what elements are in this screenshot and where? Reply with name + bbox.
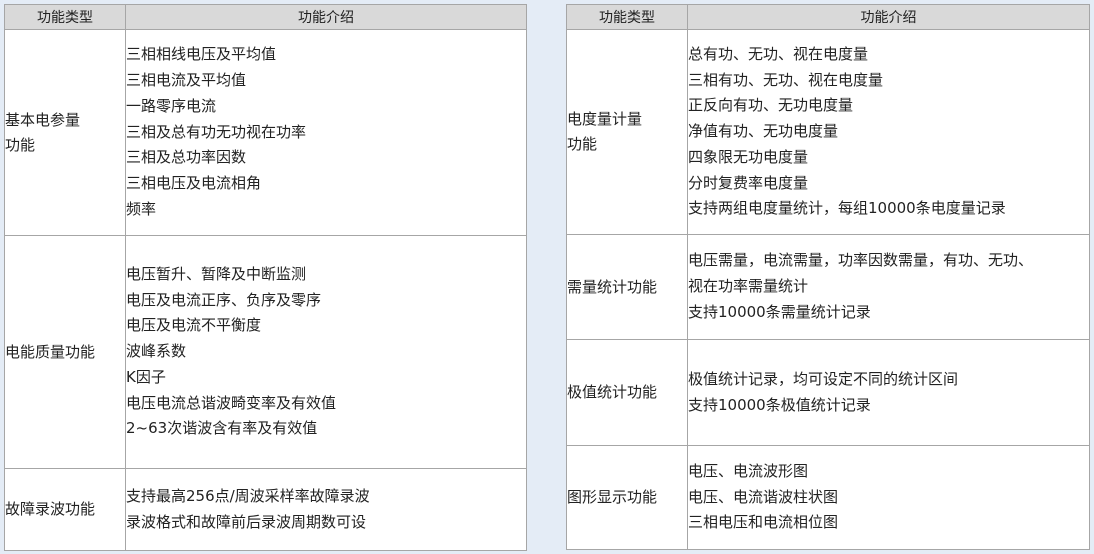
row-function-description: 总有功、无功、视在电度量 三相有功、无功、视在电度量 正反向有功、无功电度量 净… — [687, 29, 1090, 235]
list-item: 三相有功、无功、视在电度量 — [688, 70, 884, 89]
row-function-description: 电压暂升、暂降及中断监测 电压及电流正序、负序及零序 电压及电流不平衡度 波峰系… — [125, 235, 527, 469]
type-line: 图形显示功能 — [567, 488, 658, 506]
type-line: 功能 — [5, 135, 36, 154]
list-item: 电压暂升、暂降及中断监测 — [126, 264, 307, 283]
list-item: 三相电压和电流相位图 — [688, 513, 839, 532]
list-item: 频率 — [126, 199, 157, 218]
list-item: 总有功、无功、视在电度量 — [688, 44, 869, 63]
row-function-type: 电度量计量 功能 — [566, 29, 688, 235]
list-item: 三相相线电压及平均值 — [126, 45, 277, 64]
list-item: 电压、电流波形图 — [688, 461, 809, 480]
row-function-type: 基本电参量 功能 — [4, 29, 126, 236]
row-function-description: 电压、电流波形图 电压、电流谐波柱状图 三相电压和电流相位图 — [687, 445, 1090, 550]
list-item: 波峰系数 — [126, 342, 187, 361]
list-item: 一路零序电流 — [126, 96, 217, 115]
type-line: 电度量计量 — [567, 110, 643, 128]
list-item: K因子 — [126, 367, 166, 386]
header-row: 功能类型 功能介绍 — [566, 4, 1090, 30]
list-item: 净值有功、无功电度量 — [688, 122, 839, 141]
row-function-description: 电压需量，电流需量，功率因数需量，有功、无功、 视在功率需量统计 支持10000… — [687, 234, 1090, 340]
type-line: 故障录波功能 — [5, 500, 96, 518]
table-row: 需量统计功能 电压需量，电流需量，功率因数需量，有功、无功、 视在功率需量统计 … — [566, 234, 1090, 340]
row-function-description: 支持最高256点/周波采样率故障录波 录波格式和故障前后录波周期数可设 — [125, 468, 527, 551]
header-row: 功能类型 功能介绍 — [4, 4, 527, 30]
type-line: 基本电参量 — [5, 110, 81, 129]
table-row: 故障录波功能 支持最高256点/周波采样率故障录波 录波格式和故障前后录波周期数… — [4, 468, 527, 551]
list-item: 录波格式和故障前后录波周期数可设 — [126, 512, 367, 531]
row-function-type: 图形显示功能 — [566, 445, 688, 550]
list-item: 视在功率需量统计 — [688, 277, 809, 296]
table-row: 电能质量功能 电压暂升、暂降及中断监测 电压及电流正序、负序及零序 电压及电流不… — [4, 235, 527, 469]
list-item: 三相及总功率因数 — [126, 148, 247, 167]
row-function-type: 电能质量功能 — [4, 235, 126, 469]
function-table-right: 功能类型 功能介绍 电度量计量 功能 总有功、无功、视在电度量 三相有功、无功、… — [566, 4, 1090, 550]
list-item: 支持10000条需量统计记录 — [688, 302, 871, 321]
function-table-left: 功能类型 功能介绍 基本电参量 功能 三相相线电压及平均值 三相电流及平均值 一… — [4, 4, 527, 551]
table-row: 极值统计功能 极值统计记录，均可设定不同的统计区间 支持10000条极值统计记录 — [566, 339, 1090, 446]
page: 功能类型 功能介绍 基本电参量 功能 三相相线电压及平均值 三相电流及平均值 一… — [0, 0, 1094, 554]
list-item: 正反向有功、无功电度量 — [688, 96, 854, 115]
list-item: 电压需量，电流需量，功率因数需量，有功、无功、 — [688, 251, 1034, 270]
list-item: 极值统计记录，均可设定不同的统计区间 — [688, 369, 959, 388]
header-function-type: 功能类型 — [566, 4, 688, 30]
list-item: 三相电流及平均值 — [126, 71, 247, 89]
type-line: 极值统计功能 — [567, 383, 658, 401]
list-item: 2~63次谐波含有率及有效值 — [126, 419, 318, 438]
row-function-type: 极值统计功能 — [566, 339, 688, 446]
list-item: 电压电流总谐波畸变率及有效值 — [126, 393, 337, 412]
list-item: 电压、电流谐波柱状图 — [688, 487, 839, 506]
list-item: 分时复费率电度量 — [688, 173, 809, 192]
list-item: 四象限无功电度量 — [688, 147, 809, 166]
table-row: 图形显示功能 电压、电流波形图 电压、电流谐波柱状图 三相电压和电流相位图 — [566, 445, 1090, 550]
row-function-description: 极值统计记录，均可设定不同的统计区间 支持10000条极值统计记录 — [687, 339, 1090, 446]
type-line: 需量统计功能 — [567, 277, 658, 296]
row-function-type: 故障录波功能 — [4, 468, 126, 551]
list-item: 电压及电流不平衡度 — [126, 316, 262, 335]
row-function-type: 需量统计功能 — [566, 234, 688, 340]
table-row: 基本电参量 功能 三相相线电压及平均值 三相电流及平均值 一路零序电流 三相及总… — [4, 29, 527, 236]
list-item: 电压及电流正序、负序及零序 — [126, 290, 322, 309]
header-function-description: 功能介绍 — [125, 4, 527, 30]
list-item: 三相及总有功无功视在功率 — [126, 122, 307, 141]
header-function-type: 功能类型 — [4, 4, 126, 30]
list-item: 支持10000条极值统计记录 — [688, 395, 871, 414]
row-function-description: 三相相线电压及平均值 三相电流及平均值 一路零序电流 三相及总有功无功视在功率 … — [125, 29, 527, 236]
list-item: 三相电压及电流相角 — [126, 174, 262, 193]
list-item: 支持两组电度量统计，每组10000条电度量记录 — [688, 199, 1006, 218]
table-row: 电度量计量 功能 总有功、无功、视在电度量 三相有功、无功、视在电度量 正反向有… — [566, 29, 1090, 235]
type-line: 功能 — [567, 135, 598, 153]
type-line: 电能质量功能 — [5, 342, 96, 361]
header-function-description: 功能介绍 — [687, 4, 1090, 30]
list-item: 支持最高256点/周波采样率故障录波 — [126, 486, 370, 505]
